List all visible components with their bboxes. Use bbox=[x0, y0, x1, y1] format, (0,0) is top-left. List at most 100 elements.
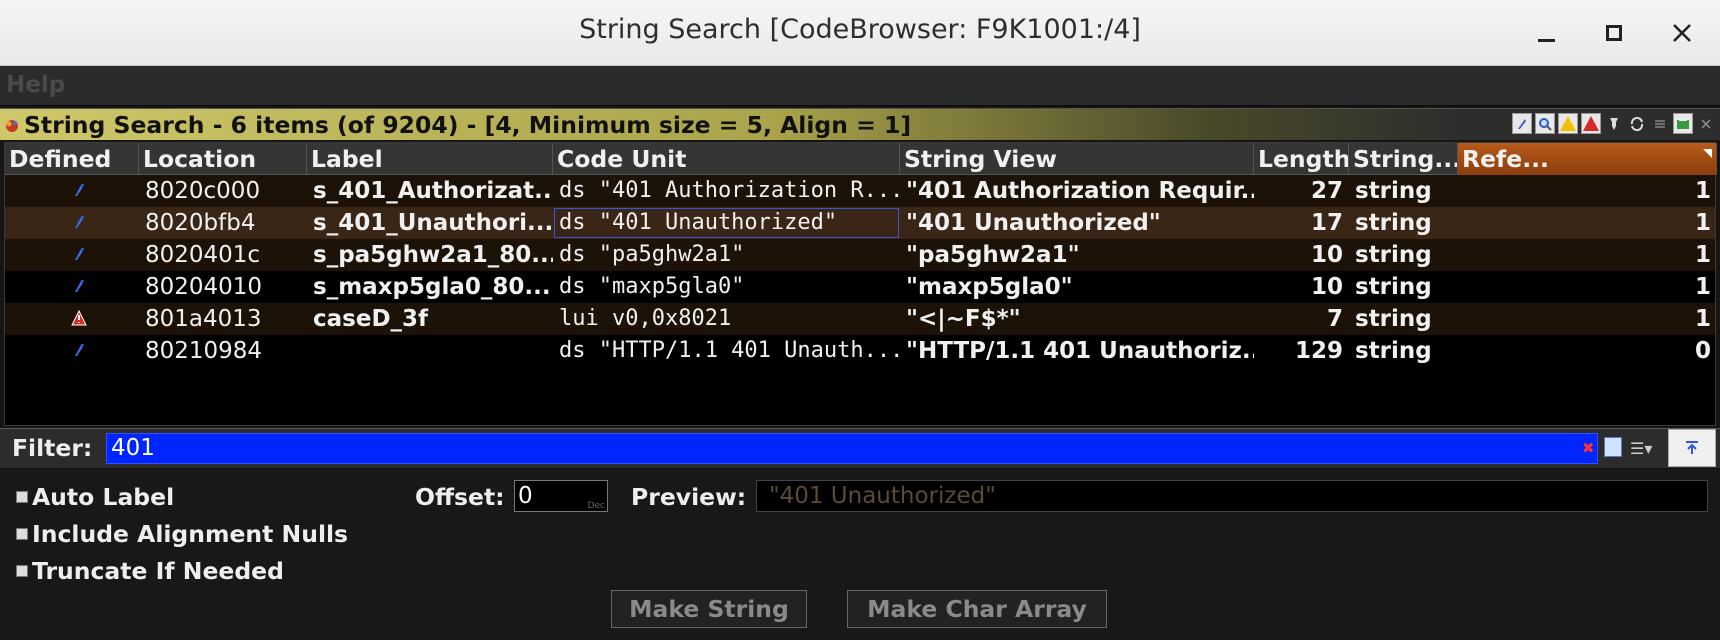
cell-defined[interactable] bbox=[5, 175, 139, 207]
cell-string-view[interactable]: "<|~F$*" bbox=[900, 303, 1254, 335]
close-button[interactable] bbox=[1662, 14, 1702, 52]
snapshot-button[interactable] bbox=[1673, 113, 1693, 134]
filter-file-icon[interactable] bbox=[1604, 437, 1622, 457]
cell-refs[interactable]: 1 bbox=[1458, 239, 1717, 271]
cell-code-unit[interactable]: ds "401 Authorization R... bbox=[553, 175, 900, 207]
cell-label[interactable]: s_401_Authorizat... bbox=[307, 175, 553, 207]
cell-refs[interactable]: 1 bbox=[1458, 175, 1717, 207]
cell-string-view[interactable]: "401 Authorization Requir... bbox=[900, 175, 1254, 207]
cell-location[interactable]: 801a4013 bbox=[139, 303, 307, 335]
cell-string-view[interactable]: "401 Unauthorized" bbox=[900, 207, 1254, 239]
cell-code-unit[interactable]: ds "maxp5gla0" bbox=[553, 271, 900, 303]
cell-location[interactable]: 8020c000 bbox=[139, 175, 307, 207]
show-defined-toggle[interactable] bbox=[1512, 113, 1532, 134]
cell-refs[interactable]: 1 bbox=[1458, 271, 1717, 303]
menu-button[interactable] bbox=[1650, 113, 1670, 134]
cell-code-unit[interactable]: ds "pa5ghw2a1" bbox=[553, 239, 900, 271]
table-row[interactable]: 80204010 s_maxp5gla0_80... ds "maxp5gla0" "… bbox=[5, 271, 1715, 303]
show-undefined-toggle[interactable] bbox=[1535, 113, 1555, 134]
minimize-button[interactable] bbox=[1526, 14, 1566, 52]
truncate-if-needed-label: Truncate If Needed bbox=[32, 557, 284, 585]
cell-defined[interactable] bbox=[5, 335, 139, 367]
cell-label[interactable] bbox=[307, 335, 553, 367]
cell-refs[interactable]: 0 bbox=[1458, 335, 1717, 367]
cell-refs[interactable]: 1 bbox=[1458, 207, 1717, 239]
cell-length[interactable]: 10 bbox=[1254, 239, 1349, 271]
cell-label[interactable]: s_pa5ghw2a1_80... bbox=[307, 239, 553, 271]
cell-string-view[interactable]: "HTTP/1.1 401 Unauthoriz... bbox=[900, 335, 1254, 367]
cell-location[interactable]: 8020401c bbox=[139, 239, 307, 271]
cell-refs[interactable]: 1 bbox=[1458, 303, 1717, 335]
cell-string-type[interactable]: string bbox=[1349, 335, 1458, 367]
cell-label[interactable]: s_401_Unauthori... bbox=[307, 207, 553, 239]
cell-string-type[interactable]: string bbox=[1349, 239, 1458, 271]
menu-help[interactable]: Help bbox=[6, 72, 65, 98]
cell-code-unit[interactable]: ds "401 Unauthorized" bbox=[553, 207, 900, 239]
cell-string-type[interactable]: string bbox=[1349, 175, 1458, 207]
cell-location[interactable]: 8020bfb4 bbox=[139, 207, 307, 239]
show-partial-toggle[interactable] bbox=[1558, 113, 1578, 134]
column-header-references[interactable]: Refe... bbox=[1458, 143, 1717, 175]
preview-label: Preview: bbox=[631, 483, 747, 511]
column-header-string-type[interactable]: String... bbox=[1349, 143, 1458, 175]
table-row[interactable]: 8020c000 s_401_Authorizat... ds "401 Autho… bbox=[5, 175, 1715, 207]
column-header-label[interactable]: Label bbox=[307, 143, 553, 175]
include-alignment-nulls-checkbox[interactable]: Include Alignment Nulls bbox=[16, 520, 348, 548]
offset-unit: Dec bbox=[587, 501, 605, 511]
column-header-length[interactable]: Length bbox=[1254, 143, 1349, 175]
column-header-string-view[interactable]: String View bbox=[900, 143, 1254, 175]
table-row[interactable]: 8020bfb4 s_401_Unauthori... ds "401 Unauth… bbox=[5, 207, 1715, 239]
cell-string-type[interactable]: string bbox=[1349, 207, 1458, 239]
scroll-to-top-button[interactable] bbox=[1668, 429, 1716, 467]
truncate-if-needed-checkbox[interactable]: Truncate If Needed bbox=[16, 557, 284, 585]
close-panel-button[interactable] bbox=[1696, 113, 1716, 134]
cell-length[interactable]: 7 bbox=[1254, 303, 1349, 335]
cell-code-unit[interactable]: lui v0,0x8021 bbox=[553, 303, 900, 335]
conflict-warning-icon bbox=[71, 310, 87, 326]
cell-defined[interactable] bbox=[5, 271, 139, 303]
cell-length[interactable]: 17 bbox=[1254, 207, 1349, 239]
column-header-references-label: Refe... bbox=[1462, 145, 1549, 173]
auto-label-checkbox[interactable]: Auto Label bbox=[16, 483, 174, 511]
filter-options-button[interactable] bbox=[1604, 113, 1624, 134]
cell-length[interactable]: 27 bbox=[1254, 175, 1349, 207]
checkbox-box[interactable] bbox=[16, 565, 28, 577]
cell-length[interactable]: 129 bbox=[1254, 335, 1349, 367]
table-row[interactable]: 801a4013 caseD_3f lui v0,0x8021 "<|~F$*" 7st… bbox=[5, 303, 1715, 335]
checkbox-box[interactable] bbox=[16, 491, 28, 503]
cell-string-type[interactable]: string bbox=[1349, 303, 1458, 335]
options-panel: Auto Label Include Alignment Nulls Trunc… bbox=[0, 469, 1720, 640]
cell-length[interactable]: 10 bbox=[1254, 271, 1349, 303]
offset-input[interactable]: 0 Dec bbox=[514, 480, 608, 512]
column-header-defined[interactable]: Defined bbox=[5, 143, 139, 175]
filter-options-icon[interactable]: ☰▾ bbox=[1630, 439, 1652, 458]
strings-table[interactable]: Defined Location Label Code Unit String … bbox=[4, 142, 1717, 426]
pin-icon bbox=[1610, 117, 1618, 130]
cell-string-view[interactable]: "pa5ghw2a1" bbox=[900, 239, 1254, 271]
close-icon bbox=[1701, 118, 1711, 129]
show-conflicts-toggle[interactable] bbox=[1581, 113, 1601, 134]
cell-string-view[interactable]: "maxp5gla0" bbox=[900, 271, 1254, 303]
cell-defined[interactable] bbox=[5, 207, 139, 239]
panel-title: String Search - 6 items (of 9204) - [4, … bbox=[24, 111, 912, 139]
cell-label[interactable]: caseD_3f bbox=[307, 303, 553, 335]
filter-input[interactable]: 401 bbox=[106, 433, 1598, 464]
clear-filter-icon[interactable]: ✖ bbox=[1582, 439, 1595, 457]
make-string-button[interactable]: Make String bbox=[611, 590, 807, 628]
cell-location[interactable]: 80210984 bbox=[139, 335, 307, 367]
column-header-code-unit[interactable]: Code Unit bbox=[553, 143, 900, 175]
make-char-array-button[interactable]: Make Char Array bbox=[847, 590, 1107, 628]
cell-defined[interactable] bbox=[5, 303, 139, 335]
refresh-button[interactable] bbox=[1627, 113, 1647, 134]
preview-field: "401 Unauthorized" bbox=[756, 480, 1708, 512]
cell-location[interactable]: 80204010 bbox=[139, 271, 307, 303]
column-header-location[interactable]: Location bbox=[139, 143, 307, 175]
checkbox-box[interactable] bbox=[16, 528, 28, 540]
table-row[interactable]: 80210984 ds "HTTP/1.1 401 Unauth... "HTTP/… bbox=[5, 335, 1715, 367]
maximize-button[interactable] bbox=[1594, 14, 1634, 52]
cell-string-type[interactable]: string bbox=[1349, 271, 1458, 303]
cell-defined[interactable] bbox=[5, 239, 139, 271]
cell-code-unit[interactable]: ds "HTTP/1.1 401 Unauth... bbox=[553, 335, 900, 367]
cell-label[interactable]: s_maxp5gla0_80... bbox=[307, 271, 553, 303]
table-row[interactable]: 8020401c s_pa5ghw2a1_80... ds "pa5ghw2a1" "… bbox=[5, 239, 1715, 271]
